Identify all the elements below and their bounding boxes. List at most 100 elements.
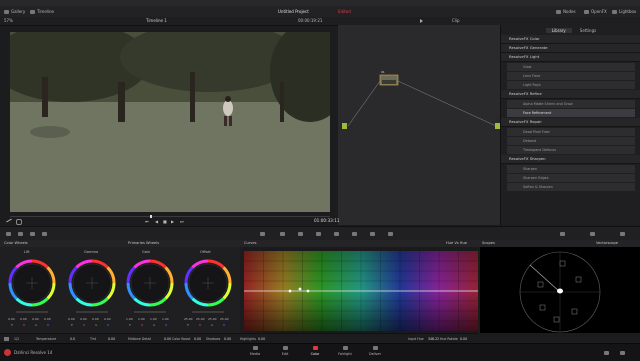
tab-settings[interactable]: Settings [580, 28, 596, 33]
param-value[interactable]: 0.0 [70, 337, 75, 342]
fx-item-sharpen-edges[interactable]: Sharpen Edges [507, 174, 635, 182]
wheel-value[interactable]: 0.00 [68, 317, 75, 322]
section-header[interactable]: ResolveFX Refine [501, 90, 640, 99]
fx-item-sharpen[interactable]: Sharpen [507, 165, 635, 173]
fx-item-deband[interactable]: Deband [507, 137, 635, 145]
master-wheel-slider[interactable] [134, 311, 166, 313]
blur-tool-icon[interactable] [334, 232, 339, 236]
color-wheels-tool-icon[interactable] [6, 232, 11, 236]
page-tab-deliver[interactable]: Deliver [360, 346, 390, 357]
home-icon[interactable] [604, 351, 609, 355]
scope-expand-icon[interactable] [620, 232, 625, 236]
play-icon[interactable]: ▶ [171, 219, 174, 224]
page-tab-color[interactable]: Color [300, 346, 330, 357]
qualifier-tool-icon[interactable] [280, 232, 285, 236]
sizing-tool-icon[interactable] [370, 232, 375, 236]
fx-item-dead-pixel[interactable]: Dead Pixel Fixer [507, 128, 635, 136]
settings-icon[interactable] [620, 351, 625, 355]
fx-item-lens-flare[interactable]: Lens Flare [507, 72, 635, 80]
gallery-button[interactable]: Gallery [4, 9, 25, 14]
master-wheel-slider[interactable] [76, 311, 108, 313]
zoom-level[interactable]: 57% [4, 18, 13, 23]
section-header[interactable]: ResolveFX Sharpen [501, 155, 640, 164]
scrubber-track[interactable] [10, 216, 330, 217]
clip-settings-icon[interactable] [16, 219, 22, 225]
wheel-value[interactable]: 1.00 [162, 317, 169, 322]
section-header[interactable]: ResolveFX Repair [501, 118, 640, 127]
fx-item-alpha-matte[interactable]: Alpha Matte Shrink and Grow [507, 100, 635, 108]
playhead[interactable] [150, 215, 152, 218]
fx-item-glow[interactable]: Glow [507, 63, 635, 71]
fx-item-timespace-defocus[interactable]: Timespace Defocus [507, 146, 635, 154]
tab-library[interactable]: Library [545, 27, 572, 33]
key-tool-icon[interactable] [352, 232, 357, 236]
timeline-button[interactable]: Timeline [30, 9, 54, 14]
wheel-value[interactable]: 0.00 [104, 317, 111, 322]
stop-icon[interactable]: ■ [163, 219, 167, 224]
wheel-value[interactable]: 0.00 [44, 317, 51, 322]
scope-mode-icon[interactable] [560, 232, 565, 236]
wheel-value[interactable]: 0.00 [8, 317, 15, 322]
scope-settings-icon[interactable] [590, 232, 595, 236]
wheel-graphic[interactable] [124, 257, 176, 309]
camera-raw-tool-icon[interactable] [30, 232, 35, 236]
page-tab-fairlight[interactable]: Fairlight [330, 346, 360, 357]
nodes-button[interactable]: Nodes [556, 9, 576, 14]
primaries-wheels-title[interactable]: Primaries Wheels [128, 240, 159, 247]
skip-back-icon[interactable]: ⏮ [145, 219, 149, 224]
fx-item-light-rays[interactable]: Light Rays [507, 81, 635, 89]
param-value[interactable]: 0.00 [224, 337, 231, 342]
param-value[interactable]: 0.00 [258, 337, 265, 342]
node-editor[interactable]: 01 [338, 25, 500, 225]
section-header[interactable]: ResolveFX Generate [501, 44, 640, 53]
video-viewer[interactable] [10, 32, 330, 212]
curve-param-value[interactable]: 0.00 [460, 337, 467, 342]
wheel-graphic[interactable] [182, 257, 234, 309]
3d-tool-icon[interactable] [388, 232, 393, 236]
color-wheel-gamma[interactable]: Gamma 0.00 Y 0.00 R 0.00 G 0.00 B [66, 247, 118, 333]
master-wheel-slider[interactable] [16, 311, 48, 313]
page-tab-media[interactable]: Media [240, 346, 270, 357]
param-value[interactable]: 0.00 [194, 337, 201, 342]
reverse-play-icon[interactable]: ◀ [155, 219, 158, 224]
wheel-value[interactable]: 25.00 [184, 317, 193, 322]
color-wheel-offset[interactable]: Offset 25.00 Y 25.00 R 25.00 G 25.00 B [182, 247, 234, 333]
page-tab-edit[interactable]: Edit [270, 346, 300, 357]
tracker-tool-icon[interactable] [316, 232, 321, 236]
param-value[interactable]: 0.00 [164, 337, 171, 342]
openfx-button[interactable]: OpenFX [584, 9, 607, 14]
wheel-value[interactable]: 25.00 [208, 317, 217, 322]
play-icon[interactable] [420, 19, 423, 23]
node-label[interactable]: 01 [381, 70, 385, 75]
fx-item-soften-sharpen[interactable]: Soften & Sharpen [507, 183, 635, 191]
hue-vs-hue-title[interactable]: Hue Vs Hue [446, 240, 467, 247]
timeline-name[interactable]: Timeline 1 [146, 18, 167, 23]
color-wheel-lift[interactable]: Lift 0.00 Y 0.00 R 0.00 G 0.00 B [6, 247, 58, 333]
wheel-value[interactable]: 1.00 [138, 317, 145, 322]
window-tool-icon[interactable] [298, 232, 303, 236]
wheel-value[interactable]: 0.00 [92, 317, 99, 322]
rgb-mixer-tool-icon[interactable] [18, 232, 23, 236]
clip-label[interactable]: Clip [452, 18, 460, 23]
wheel-value[interactable]: 25.00 [220, 317, 229, 322]
wheel-value[interactable]: 1.00 [150, 317, 157, 322]
wheel-graphic[interactable] [6, 257, 58, 309]
curve-param-value[interactable]: 348.22 [428, 337, 439, 342]
motion-effects-tool-icon[interactable] [42, 232, 47, 236]
auto-balance-icon[interactable] [4, 337, 9, 341]
wheel-value[interactable]: 0.00 [32, 317, 39, 322]
fx-item-face-refinement[interactable]: Face Refinement [507, 109, 635, 117]
mode-indicator[interactable]: 1/2 [14, 337, 19, 342]
wheel-value[interactable]: 0.00 [20, 317, 27, 322]
skip-forward-icon[interactable]: ⏭ [180, 219, 184, 224]
pen-icon[interactable] [6, 218, 12, 223]
param-value[interactable]: 0.00 [108, 337, 115, 342]
wheel-value[interactable]: 0.00 [80, 317, 87, 322]
section-header[interactable]: ResolveFX Light [501, 53, 640, 62]
hue-vs-hue-curve[interactable] [244, 247, 478, 333]
curves-tool-icon[interactable] [260, 232, 265, 236]
vectorscope-title[interactable]: Vectorscope [596, 240, 618, 247]
wheel-value[interactable]: 1.00 [126, 317, 133, 322]
lightbox-button[interactable]: Lightbox [612, 9, 636, 14]
wheel-graphic[interactable] [66, 257, 118, 309]
